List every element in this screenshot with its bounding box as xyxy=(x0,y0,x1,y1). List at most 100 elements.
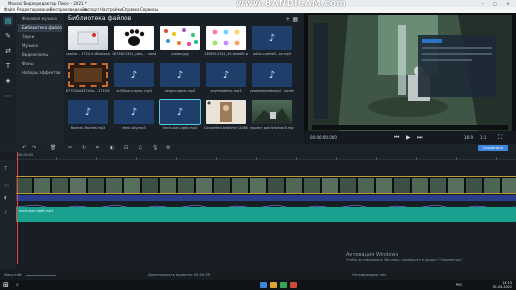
music-clip[interactable]: kevin-ban-light.mp3 xyxy=(16,207,516,222)
pattern-image-icon xyxy=(164,28,198,46)
media-caption: kevin-ban-light.mp3 xyxy=(162,126,198,130)
fullscreen-icon[interactable]: ⛶ xyxy=(498,134,502,142)
titles-icon[interactable]: T xyxy=(3,61,13,71)
next-frame-icon[interactable]: ⏭ xyxy=(417,134,422,142)
export-button[interactable]: Сохранить xyxy=(478,145,508,151)
music-track-icon[interactable]: ♪ xyxy=(4,210,7,216)
zoom-scale[interactable]: 1:1 xyxy=(480,135,486,140)
taskbar-app-icon[interactable] xyxy=(290,282,297,288)
media-thumbnail[interactable]: ♪ xyxy=(114,100,154,124)
transitions-icon[interactable]: ⇄ xyxy=(3,46,13,56)
media-thumbnail[interactable] xyxy=(68,26,108,50)
filters-icon[interactable]: ✎ xyxy=(3,31,13,41)
close-icon[interactable]: × xyxy=(503,0,513,7)
media-caption: Converted-bedtime (2080.mp4 xyxy=(204,126,248,130)
video-frame xyxy=(142,178,159,193)
media-thumbnail[interactable]: ♪ xyxy=(160,63,200,87)
video-frame xyxy=(376,178,393,193)
media-caption: проект для блогов 6.mp4 xyxy=(250,126,294,130)
video-frame xyxy=(304,178,321,193)
music-note-icon: ♪ xyxy=(268,32,276,44)
media-thumbnail[interactable] xyxy=(206,26,246,50)
video-frame xyxy=(250,178,267,193)
media-thumbnail[interactable]: ♪ xyxy=(114,63,154,87)
video-frame xyxy=(286,178,303,193)
ruler-tick xyxy=(96,157,97,160)
category-sounds[interactable]: Звуки xyxy=(18,33,62,41)
stickers-icon[interactable]: ★ xyxy=(3,76,13,86)
aspect-ratio[interactable]: 16:9 xyxy=(464,135,473,140)
media-thumbnail[interactable] xyxy=(206,100,246,124)
category-video-clips[interactable]: Видеоклипы xyxy=(18,51,62,59)
timeline-ruler[interactable]: 00:00:00 xyxy=(16,152,516,160)
video-audio-waveform[interactable] xyxy=(15,195,516,210)
media-thumbnail[interactable] xyxy=(252,100,292,124)
delete-icon[interactable]: 🗑 xyxy=(50,145,56,151)
media-thumbnail[interactable] xyxy=(160,26,200,50)
media-thumbnail[interactable] xyxy=(68,63,108,87)
video-frame xyxy=(232,178,249,193)
minimize-icon[interactable]: – xyxy=(478,0,488,7)
taskbar-clock[interactable]: 14:15 01.04.2021 xyxy=(493,281,512,289)
category-effect-packs[interactable]: Наборы эффектов xyxy=(18,69,62,77)
scale-slider[interactable] xyxy=(26,275,56,276)
music-note-icon: ♪ xyxy=(176,69,184,81)
rotate-icon[interactable]: ↻ xyxy=(82,145,86,151)
media-caption: zeaimebaizebelycl ..ionstrip.mp3 xyxy=(250,89,294,93)
library-actions: + ▦ xyxy=(285,16,298,23)
ruler-tick xyxy=(216,157,217,160)
music-note-icon: ♪ xyxy=(84,106,92,118)
ruler-tick xyxy=(296,157,297,160)
prev-frame-icon[interactable]: ⏮ xyxy=(394,134,399,142)
stabilize-icon[interactable]: ⊡ xyxy=(124,145,128,151)
text-track-icon[interactable]: T xyxy=(4,166,7,172)
portrait-video-icon xyxy=(207,101,232,122)
category-panel: Фоновая музыка Библиотека файлов Звуки М… xyxy=(16,13,64,144)
redo-icon[interactable]: ↷ xyxy=(32,145,36,151)
ruler-tick xyxy=(56,157,57,160)
media-thumbnail[interactable]: ♪ xyxy=(252,63,292,87)
media-caption: 87702b0457a5a... 2710030.png xyxy=(66,89,110,93)
audio-icon[interactable]: ♫ xyxy=(138,145,142,151)
media-thumbnail-selected[interactable]: ♪ xyxy=(159,99,201,125)
grid-view-icon[interactable]: ▦ xyxy=(292,16,298,23)
category-backgrounds[interactable]: Фоны xyxy=(18,60,62,68)
crop-icon[interactable]: ⌗ xyxy=(96,145,99,151)
settings-icon[interactable]: ⚙ xyxy=(166,145,170,151)
category-file-library[interactable]: Библиотека файлов xyxy=(18,24,62,32)
category-background-music[interactable]: Фоновая музыка xyxy=(18,15,62,23)
media-caption: 1674621341_cats-... лапа-лапа.jpg xyxy=(112,52,156,56)
more-tools-icon[interactable]: ⋯ xyxy=(3,91,13,101)
taskbar-app-icon[interactable] xyxy=(260,282,267,288)
search-icon[interactable]: ⌕ xyxy=(16,282,19,288)
playhead[interactable] xyxy=(17,152,18,264)
media-thumbnail[interactable]: ♪ xyxy=(252,26,292,50)
language-indicator[interactable]: РУС xyxy=(456,283,462,287)
undo-icon[interactable]: ↶ xyxy=(22,145,26,151)
music-note-icon: ♪ xyxy=(176,106,184,118)
audio-track-icon[interactable]: ◖ xyxy=(4,195,7,201)
windows-start-icon[interactable]: ⊞ xyxy=(3,281,9,289)
music-clip-label: kevin-ban-light.mp3 xyxy=(19,209,54,213)
media-thumbnail[interactable]: ♪ xyxy=(206,63,246,87)
taskbar-app-icon[interactable] xyxy=(270,282,277,288)
video-track[interactable] xyxy=(16,176,516,194)
media-thumbnail[interactable] xyxy=(114,26,154,50)
play-icon[interactable]: ▶ xyxy=(406,134,411,141)
media-thumbnail[interactable]: ♪ xyxy=(68,100,108,124)
media-caption: sergro-egner.mp3 xyxy=(164,89,196,93)
video-frame xyxy=(448,178,465,193)
color-adjust-icon[interactable]: ◐ xyxy=(110,145,114,151)
media-caption: ранил.jpg xyxy=(171,52,189,56)
media-caption: бизнес-Rachet.mp3 xyxy=(71,126,105,130)
record-voice-icon[interactable]: 🎙 xyxy=(152,145,158,151)
file-library: Библиотека файлов + ▦ сaulse... 1724-4 о… xyxy=(64,13,304,144)
cut-icon[interactable]: ✂ xyxy=(68,145,72,151)
category-music[interactable]: Музыка xyxy=(18,42,62,50)
import-icon[interactable]: ▤ xyxy=(3,16,13,26)
scale-label: Масштаб: xyxy=(4,273,23,277)
video-track-icon[interactable]: ▭ xyxy=(4,183,9,189)
taskbar-app-icon[interactable] xyxy=(280,282,287,288)
maximize-icon[interactable]: □ xyxy=(490,0,500,7)
add-icon[interactable]: + xyxy=(285,16,290,23)
